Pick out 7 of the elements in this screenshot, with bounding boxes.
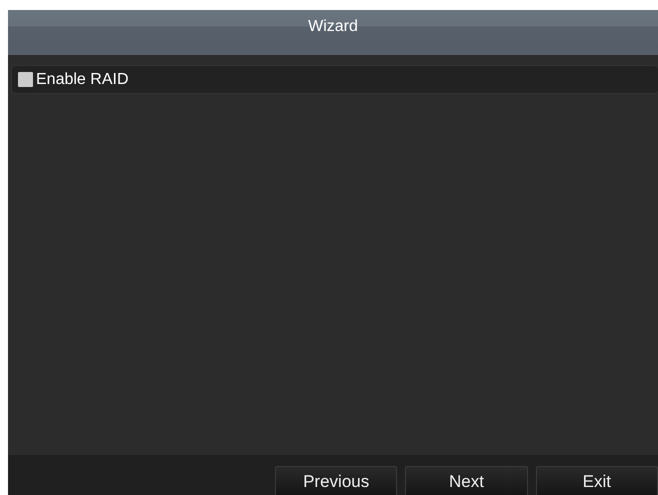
window-title: Wizard <box>308 18 358 37</box>
checkbox[interactable] <box>18 72 33 87</box>
wizard-button[interactable]: Exit <box>536 466 658 495</box>
option-label: Enable RAID <box>36 70 128 88</box>
wizard-button[interactable]: Next <box>405 466 528 495</box>
option-row[interactable]: Enable RAID <box>11 65 658 94</box>
wizard-button[interactable]: Previous <box>275 466 398 495</box>
